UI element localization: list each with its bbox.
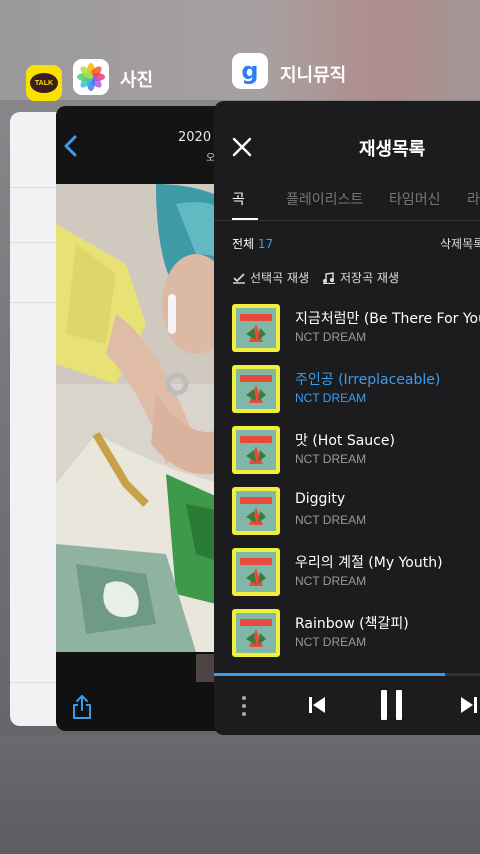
kakaotalk-icon[interactable]: TALK: [26, 65, 62, 101]
track-artist: NCT DREAM: [295, 574, 367, 588]
tab-playlist[interactable]: 플레이리스트: [286, 189, 363, 209]
tab-timemachine[interactable]: 타임머신: [389, 189, 441, 209]
total-count-label: 전체: [232, 237, 255, 251]
album-art: [232, 487, 280, 535]
genie-music-icon[interactable]: g: [232, 53, 268, 89]
track-item[interactable]: 지금처럼만 (Be There For You) NCT DREAM: [214, 300, 480, 356]
next-icon[interactable]: [458, 694, 480, 716]
total-count-value: 17: [257, 237, 274, 251]
kakaotalk-icon-text: TALK: [34, 79, 54, 87]
tab-more[interactable]: 라: [467, 189, 480, 209]
thumbnail-strip[interactable]: [196, 654, 216, 682]
music-note-icon: [323, 271, 335, 284]
album-art: [232, 609, 280, 657]
tab-bar: 곡 플레이리스트 타임머신 라: [214, 183, 480, 221]
play-saved-label: 저장곡 재생: [340, 271, 400, 285]
track-item[interactable]: Rainbow (책갈피) NCT DREAM: [214, 605, 480, 661]
background-blur-bottom: [0, 735, 480, 854]
track-title: 맛 (Hot Sauce): [295, 433, 395, 449]
delete-list-button[interactable]: 삭제목록: [440, 235, 480, 252]
track-artist: NCT DREAM: [295, 452, 367, 466]
photos-icon[interactable]: [73, 59, 109, 95]
track-title: 지금처럼만 (Be There For You): [295, 311, 480, 327]
pause-icon[interactable]: [378, 689, 406, 721]
track-item[interactable]: 우리의 계절 (My Youth) NCT DREAM: [214, 544, 480, 600]
total-count: 전체 17: [232, 235, 273, 252]
track-artist: NCT DREAM: [295, 513, 367, 527]
track-title: 주인공 (Irreplaceable): [295, 372, 441, 388]
play-saved-button[interactable]: 저장곡 재생: [322, 269, 399, 286]
album-art: [232, 548, 280, 596]
album-art: [232, 365, 280, 413]
more-icon[interactable]: [236, 694, 252, 718]
track-item[interactable]: 맛 (Hot Sauce) NCT DREAM: [214, 422, 480, 478]
previous-icon[interactable]: [306, 694, 328, 716]
genie-card[interactable]: 재생목록 곡 플레이리스트 타임머신 라 전체 17 삭제목록 선택곡 재생 저…: [214, 101, 480, 735]
track-item-playing[interactable]: 주인공 (Irreplaceable) NCT DREAM: [214, 361, 480, 417]
play-selected-button[interactable]: 선택곡 재생: [232, 269, 309, 286]
active-tab-indicator: [232, 218, 258, 220]
track-artist: NCT DREAM: [295, 635, 367, 649]
back-chevron-icon[interactable]: [62, 134, 80, 158]
track-title: Diggity: [295, 491, 346, 507]
playback-progress[interactable]: [214, 673, 446, 676]
track-item[interactable]: Diggity NCT DREAM: [214, 483, 480, 539]
photos-app-label: 사진: [120, 70, 154, 91]
track-artist: NCT DREAM: [295, 330, 367, 344]
album-art: [232, 304, 280, 352]
genie-app-label: 지니뮤직: [280, 65, 347, 86]
check-icon: [233, 272, 245, 284]
album-art: [232, 426, 280, 474]
play-selected-label: 선택곡 재생: [250, 271, 310, 285]
genie-icon-glyph: g: [241, 57, 259, 85]
mini-player: [214, 673, 480, 735]
track-artist: NCT DREAM: [295, 391, 367, 405]
share-icon[interactable]: [70, 694, 94, 720]
photos-date-title: 2020: [178, 130, 212, 145]
close-icon[interactable]: [230, 135, 254, 159]
playlist-title: 재생목록: [359, 139, 426, 160]
track-title: Rainbow (책갈피): [295, 616, 409, 632]
tab-songs[interactable]: 곡: [232, 189, 245, 209]
track-title: 우리의 계절 (My Youth): [295, 555, 443, 571]
